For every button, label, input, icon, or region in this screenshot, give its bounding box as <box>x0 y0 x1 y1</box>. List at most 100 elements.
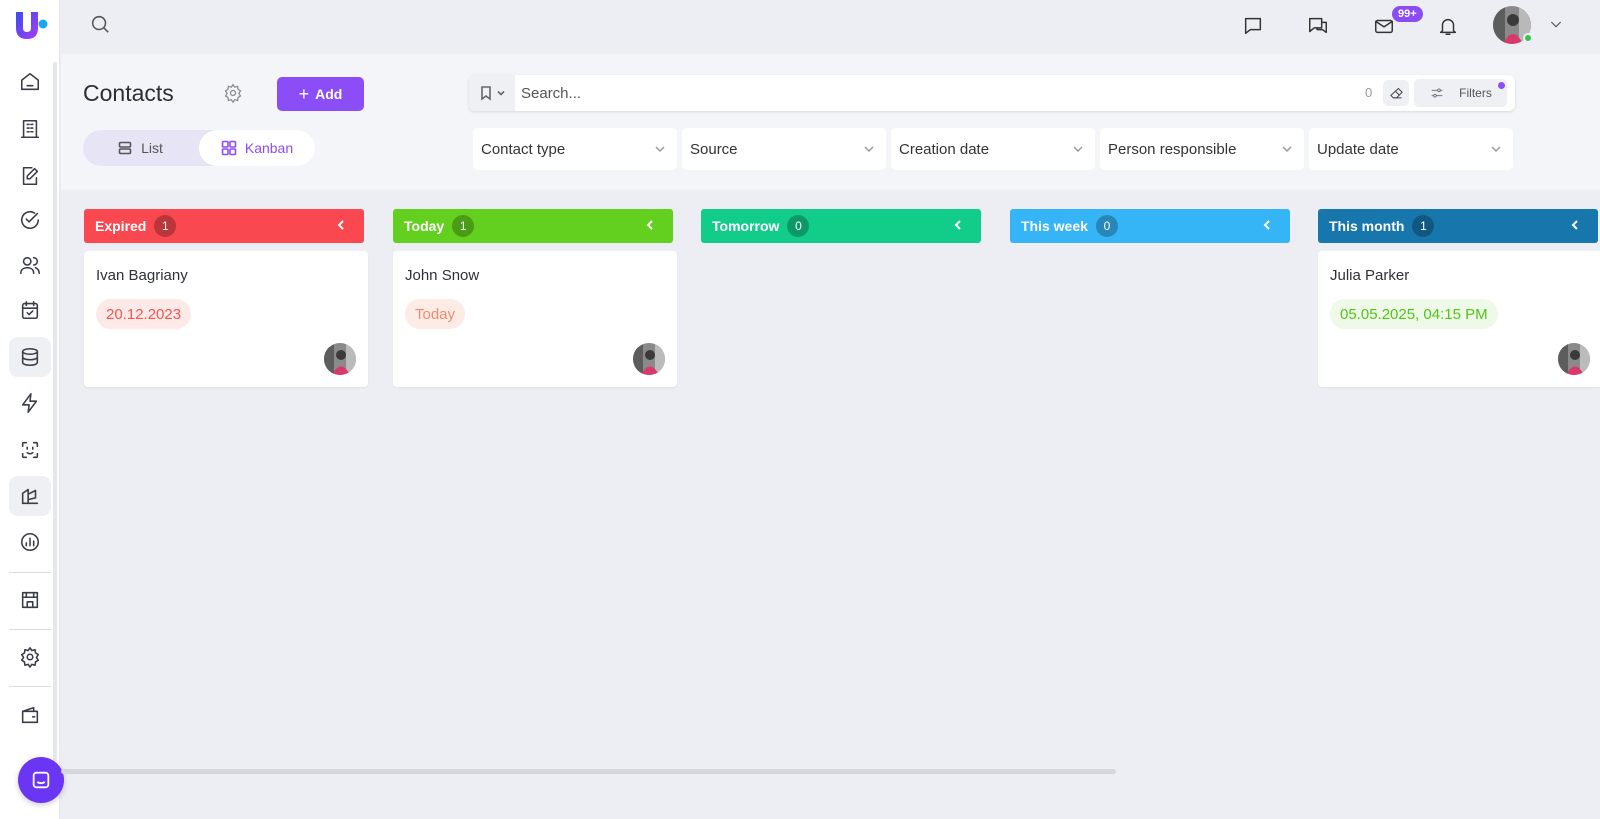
kanban-column-today: Today 1 John Snow Today <box>393 209 677 387</box>
home-icon <box>20 72 40 91</box>
sidebar-item-marketing[interactable] <box>9 476 51 516</box>
filter-label: Update date <box>1317 140 1399 158</box>
filter-source[interactable]: Source <box>682 128 886 170</box>
building-icon <box>20 119 40 139</box>
kanban-column-expired: Expired 1 Ivan Bagriany 20.12.2023 <box>84 209 368 387</box>
analytics-icon <box>20 532 40 552</box>
sidebar-item-settings[interactable] <box>9 637 51 677</box>
search-icon <box>91 15 109 33</box>
responsible-avatar <box>633 343 665 375</box>
collapse-column-button[interactable] <box>643 218 659 234</box>
list-icon <box>118 141 132 155</box>
edit-document-icon <box>22 166 39 186</box>
filter-label: Person responsible <box>1108 140 1237 158</box>
sidebar-item-contacts[interactable] <box>9 245 51 285</box>
check-circle-icon <box>20 210 40 229</box>
sidebar-item-tasks[interactable] <box>9 200 51 240</box>
chevron-down-icon <box>862 142 876 156</box>
contact-card[interactable]: John Snow Today <box>393 251 677 387</box>
view-toggle: List Kanban <box>83 130 315 166</box>
collapse-column-button[interactable] <box>334 218 350 234</box>
column-title: Tomorrow <box>712 218 780 234</box>
calendar-check-icon <box>21 300 39 320</box>
messages-button[interactable] <box>1239 12 1267 40</box>
clear-search-button[interactable] <box>1383 80 1409 106</box>
column-header: This week 0 <box>1010 209 1290 243</box>
chevron-left-icon <box>337 220 344 230</box>
deadline-badge: Today <box>405 299 466 329</box>
column-count-badge: 0 <box>1095 215 1118 237</box>
sidebar-item-store[interactable] <box>9 580 51 620</box>
filter-creation-date[interactable]: Creation date <box>891 128 1095 170</box>
collapse-column-button[interactable] <box>1568 218 1584 234</box>
filter-label: Source <box>690 140 738 158</box>
sidebar-item-automation[interactable] <box>9 383 51 423</box>
column-count-badge: 1 <box>452 215 475 237</box>
contact-card[interactable]: Julia Parker 05.05.2025, 04:15 PM <box>1318 251 1600 387</box>
filters-active-indicator <box>1498 82 1505 89</box>
sidebar-divider <box>9 686 51 687</box>
filters-button[interactable]: Filters <box>1414 79 1507 107</box>
saved-filters-button[interactable] <box>469 75 515 111</box>
notifications-button[interactable] <box>1434 12 1462 40</box>
collapse-column-button[interactable] <box>1260 218 1276 234</box>
filter-label: Contact type <box>481 140 566 158</box>
sidebar-item-crm[interactable] <box>9 337 51 377</box>
bell-icon <box>1439 18 1457 35</box>
view-kanban-label: Kanban <box>244 140 294 156</box>
sidebar-item-home[interactable] <box>9 62 51 102</box>
add-contact-button[interactable]: + Add <box>277 77 364 111</box>
search-input[interactable] <box>521 79 1361 107</box>
user-menu-toggle[interactable] <box>1548 16 1566 34</box>
kanban-column-this-month: This month 1 Julia Parker 05.05.2025, 04… <box>1318 209 1600 387</box>
chevron-down-icon <box>653 142 667 156</box>
column-header: Expired 1 <box>84 209 364 243</box>
marketing-icon <box>21 488 39 505</box>
sidebar-item-analytics[interactable] <box>9 522 51 562</box>
support-chat-button[interactable] <box>18 757 64 803</box>
app-logo[interactable] <box>13 8 49 42</box>
view-kanban-button[interactable]: Kanban <box>199 130 315 166</box>
bookmark-icon <box>480 86 491 101</box>
deadline-badge: 20.12.2023 <box>96 299 192 329</box>
page-title: Contacts <box>83 80 174 106</box>
filter-person-responsible[interactable]: Person responsible <box>1100 128 1304 170</box>
message-icon <box>1244 17 1262 35</box>
sidebar-item-companies[interactable] <box>9 109 51 149</box>
sliders-icon <box>1431 88 1443 98</box>
chats-button[interactable] <box>1304 12 1332 40</box>
sidebar-scrollbar[interactable] <box>53 62 57 762</box>
sidebar-item-documents[interactable] <box>9 156 51 196</box>
chevron-left-icon <box>1263 220 1270 230</box>
responsible-avatar <box>324 343 356 375</box>
users-icon <box>20 256 40 275</box>
contact-card[interactable]: Ivan Bagriany 20.12.2023 <box>84 251 368 387</box>
filter-contact-type[interactable]: Contact type <box>473 128 677 170</box>
sidebar-divider <box>9 629 51 630</box>
chevron-left-icon <box>646 220 653 230</box>
chevron-down-icon <box>1489 142 1503 156</box>
sidebar-item-scan[interactable] <box>9 430 51 470</box>
lightning-icon <box>21 393 38 413</box>
column-header: This month 1 <box>1318 209 1598 243</box>
chevron-down-icon <box>1280 142 1294 156</box>
eraser-icon <box>1389 87 1403 98</box>
deadline-badge: 05.05.2025, 04:15 PM <box>1330 299 1498 329</box>
scan-face-icon <box>21 441 39 459</box>
filter-update-date[interactable]: Update date <box>1309 128 1513 170</box>
global-search-button[interactable] <box>89 13 115 39</box>
view-list-label: List <box>141 140 163 156</box>
sidebar-divider <box>9 572 51 573</box>
chevron-down-icon <box>1550 21 1562 28</box>
search-bar: 0 Filters <box>469 75 1515 111</box>
column-title: Today <box>404 218 445 234</box>
sidebar-item-calendar[interactable] <box>9 290 51 330</box>
chevron-down-icon <box>1071 142 1085 156</box>
view-list-button[interactable]: List <box>83 130 197 166</box>
page-settings-button[interactable] <box>223 83 245 105</box>
contact-name: Julia Parker <box>1330 267 1410 284</box>
sidebar-item-wallet[interactable] <box>9 695 51 735</box>
online-status-dot <box>1523 33 1533 43</box>
horizontal-scrollbar[interactable] <box>61 769 1116 774</box>
collapse-column-button[interactable] <box>951 218 967 234</box>
